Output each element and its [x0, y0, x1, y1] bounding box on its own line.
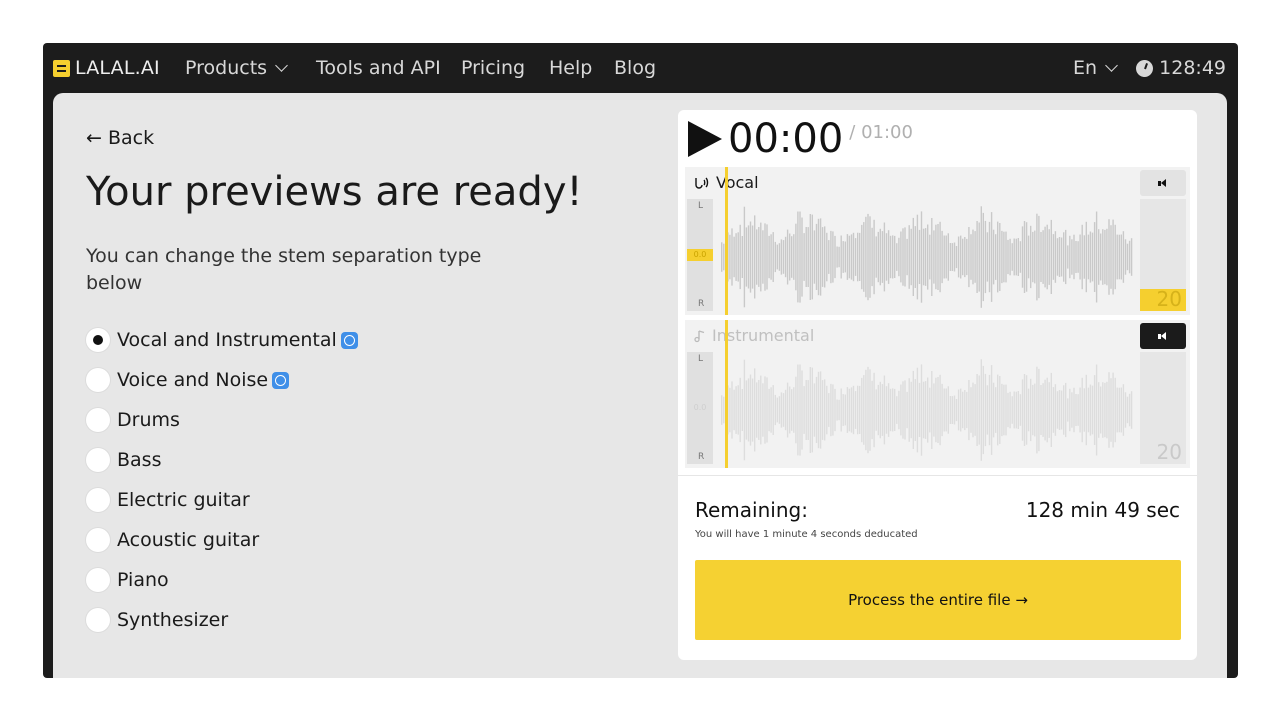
option-label: Voice and Noise	[117, 369, 269, 391]
nav-item-label: Products	[185, 57, 268, 79]
page-subtitle: You can change the stem separation type …	[86, 245, 482, 294]
process-entire-file-button[interactable]: Process the entire file →	[695, 560, 1181, 640]
option-label: Synthesizer	[117, 609, 229, 631]
clock-icon	[1136, 59, 1154, 77]
nav-item-label: Blog	[614, 57, 656, 79]
left-channel-label: L	[698, 354, 704, 364]
right-channel-label: R	[698, 452, 705, 462]
nav-item-tools-api[interactable]: Tools and API	[316, 57, 441, 79]
radio[interactable]	[86, 528, 110, 552]
meter-value: 20	[1156, 287, 1182, 311]
option-label: Vocal and Instrumental	[117, 329, 337, 351]
language-label: En	[1073, 57, 1098, 79]
remaining-label: Remaining:	[695, 498, 808, 522]
option-label: Bass	[117, 449, 162, 471]
minutes-balance[interactable]: 128:49	[1136, 57, 1226, 79]
volume-meter[interactable]: 20	[1140, 352, 1186, 464]
info-badge-icon	[272, 371, 290, 389]
music-note-icon	[694, 329, 705, 342]
option-label: Acoustic guitar	[117, 529, 260, 551]
level-marker: 0.0	[693, 403, 707, 412]
total-duration: / 01:00	[849, 122, 913, 143]
stem-option-drums[interactable]: Drums	[86, 400, 358, 440]
stem-option-voice-noise[interactable]: Voice and Noise	[86, 360, 358, 400]
mute-button[interactable]	[1140, 170, 1186, 196]
chevron-down-icon	[1105, 59, 1118, 72]
radio[interactable]	[86, 448, 110, 472]
nav-item-products[interactable]: Products	[185, 57, 288, 79]
option-label: Electric guitar	[117, 489, 250, 511]
mute-button[interactable]	[1140, 323, 1186, 349]
radio[interactable]	[86, 568, 110, 592]
right-channel-label: R	[698, 299, 705, 309]
track-vocal[interactable]: Vocal L 0.0 R 20	[685, 167, 1190, 315]
track-name: Vocal	[716, 173, 759, 192]
speaker-mute-icon	[1158, 331, 1168, 341]
play-icon[interactable]	[688, 121, 722, 157]
nav-item-blog[interactable]: Blog	[614, 57, 656, 79]
language-selector[interactable]: En	[1073, 57, 1118, 79]
nav-item-label: Tools and API	[316, 57, 441, 79]
stem-option-bass[interactable]: Bass	[86, 440, 358, 480]
playhead[interactable]	[725, 320, 728, 468]
chevron-down-icon	[275, 59, 288, 72]
stem-option-vocal-instrumental[interactable]: Vocal and Instrumental	[86, 320, 358, 360]
stem-option-acoustic-guitar[interactable]: Acoustic guitar	[86, 520, 358, 560]
nav-item-pricing[interactable]: Pricing	[461, 57, 525, 79]
stem-option-piano[interactable]: Piano	[86, 560, 358, 600]
channel-meter: L 0.0 R	[687, 352, 713, 464]
radio[interactable]	[86, 368, 110, 392]
player-header: 00:00 / 01:00	[688, 118, 913, 160]
nav-item-label: Help	[549, 57, 593, 79]
stem-option-electric-guitar[interactable]: Electric guitar	[86, 480, 358, 520]
minutes-balance-value: 128:49	[1159, 57, 1226, 79]
track-title: Instrumental	[693, 326, 814, 345]
radio[interactable]	[86, 408, 110, 432]
nav-item-label: Pricing	[461, 57, 526, 79]
waveform[interactable]	[721, 203, 1133, 311]
volume-meter[interactable]: 20	[1140, 199, 1186, 311]
track-instrumental[interactable]: Instrumental L 0.0 R 20	[685, 320, 1190, 468]
stem-option-synthesizer[interactable]: Synthesizer	[86, 600, 358, 640]
speaker-mute-icon	[1158, 178, 1168, 188]
deduction-note: You will have 1 minute 4 seconds deducat…	[695, 529, 918, 540]
logo[interactable]: LALAL.AI	[53, 57, 160, 79]
playhead[interactable]	[725, 167, 728, 315]
channel-meter: L 0.0 R	[687, 199, 713, 311]
preview-panel: 00:00 / 01:00 Vocal L 0.0 R 20 Instrumen…	[678, 110, 1197, 660]
left-channel-label: L	[698, 201, 704, 211]
radio[interactable]	[86, 488, 110, 512]
remaining-value: 128 min 49 sec	[1025, 498, 1180, 522]
top-nav: LALAL.AI Products Tools and API Pricing …	[43, 43, 1238, 93]
waveform[interactable]	[721, 356, 1133, 464]
back-link[interactable]: ← Back	[86, 127, 154, 149]
info-badge-icon	[340, 331, 358, 349]
radio[interactable]	[86, 608, 110, 632]
main-content: ← Back Your previews are ready! You can …	[53, 93, 1227, 678]
meter-value: 20	[1156, 440, 1182, 464]
vocal-icon	[695, 177, 709, 189]
logo-icon	[53, 59, 70, 77]
radio-selected[interactable]	[86, 328, 110, 352]
app-window: LALAL.AI Products Tools and API Pricing …	[43, 43, 1238, 678]
page-title: Your previews are ready!	[86, 169, 583, 215]
divider	[678, 475, 1197, 476]
stem-type-list: Vocal and Instrumental Voice and Noise D…	[86, 320, 358, 640]
option-label: Piano	[117, 569, 169, 591]
nav-item-help[interactable]: Help	[549, 57, 592, 79]
logo-text: LALAL.AI	[75, 57, 160, 79]
current-time: 00:00	[728, 116, 844, 162]
level-marker: 0.0	[687, 249, 713, 261]
option-label: Drums	[117, 409, 180, 431]
